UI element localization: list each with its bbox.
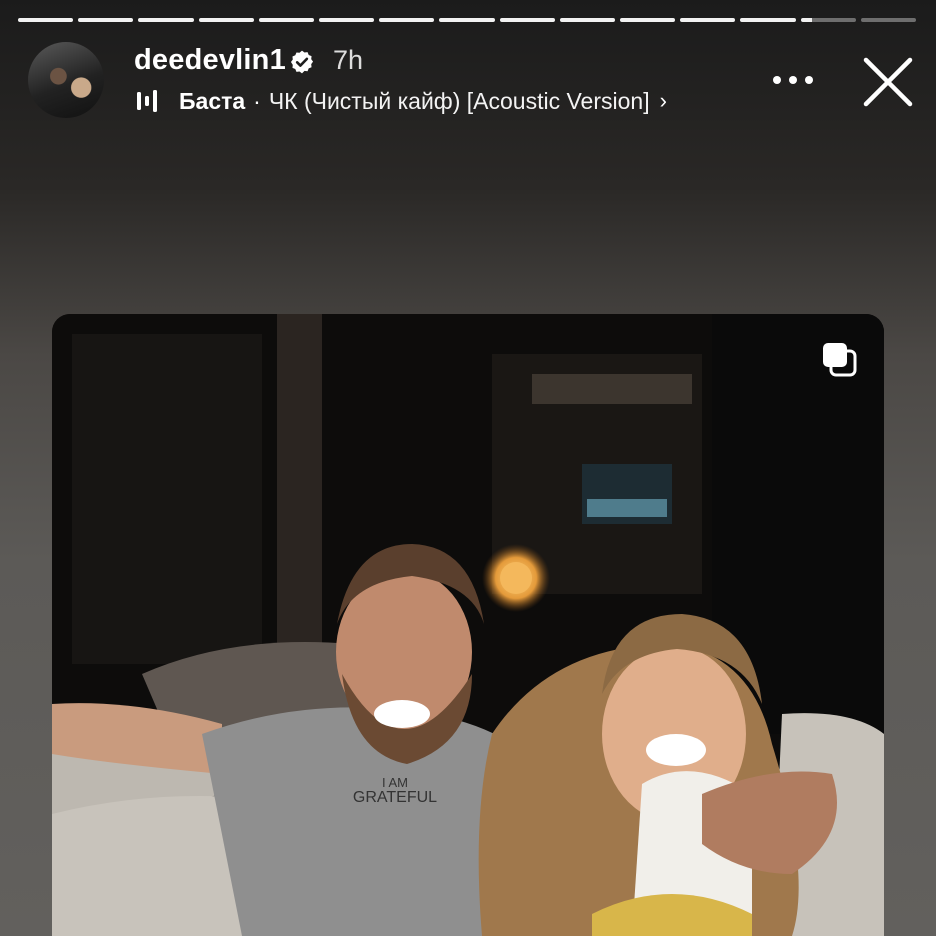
carousel-multi-icon: [823, 343, 857, 377]
music-bars-icon: [137, 90, 157, 112]
progress-segment: [860, 18, 917, 22]
music-song-title: ЧК (Чистый кайф) [Acoustic Version]: [268, 87, 650, 114]
avatar[interactable]: [28, 42, 104, 118]
music-artist: Баста: [179, 87, 246, 114]
progress-segment: [439, 18, 495, 22]
progress-segment: [740, 18, 796, 22]
progress-segment: [559, 18, 616, 22]
shirt-text-line1: I AM: [381, 775, 408, 790]
chevron-right-icon: ›: [659, 88, 667, 113]
photo-scene: [52, 314, 884, 936]
progress-segment: [198, 18, 254, 22]
shirt-print: I AM GRATEFUL: [340, 776, 450, 806]
progress-segment: [78, 18, 134, 22]
progress-segment: [18, 18, 74, 22]
shirt-text-line2: GRATEFUL: [352, 788, 438, 806]
post-photo[interactable]: I AM GRATEFUL: [52, 314, 884, 936]
progress-segment: [379, 18, 435, 22]
progress-segment: [258, 18, 315, 22]
progress-segment: [680, 18, 736, 22]
username[interactable]: deedevlin1: [134, 44, 286, 77]
post-time: 7h: [333, 45, 364, 75]
progress-segment: [319, 18, 375, 22]
progress-segment: [620, 18, 676, 22]
progress-segment: [800, 18, 856, 22]
music-attribution[interactable]: Баста · ЧК (Чистый кайф) [Acoustic Versi…: [136, 86, 667, 116]
close-icon[interactable]: [862, 56, 914, 108]
music-separator: ·: [253, 87, 261, 114]
progress-segment: [138, 18, 194, 22]
progress-segment: [499, 18, 555, 22]
more-dots-icon[interactable]: [772, 72, 814, 88]
verified-badge-icon: [290, 50, 314, 74]
story-progress-bar: [18, 18, 917, 23]
